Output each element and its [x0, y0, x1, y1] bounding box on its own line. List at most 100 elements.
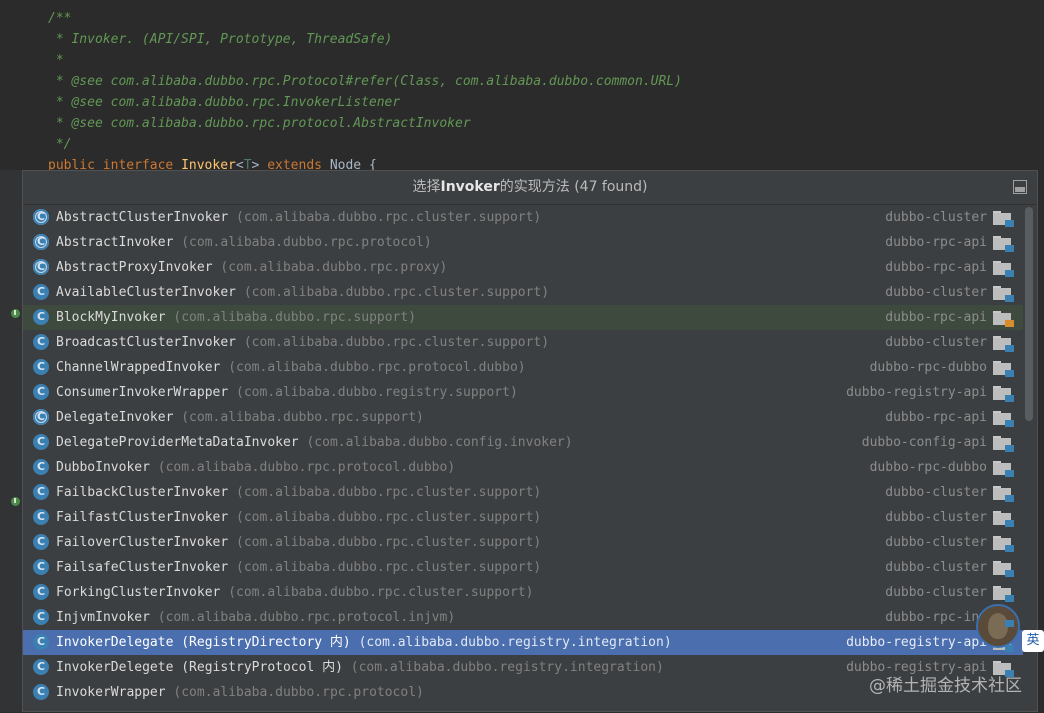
- module-name: dubbo-rpc-api: [885, 410, 987, 425]
- package-name: (com.alibaba.dubbo.rpc.cluster.support): [243, 285, 550, 300]
- popup-title-highlight: Invoker: [440, 179, 500, 195]
- package-name: (com.alibaba.dubbo.rpc.cluster.support): [236, 485, 542, 500]
- package-name: (com.alibaba.dubbo.rpc.cluster.support): [243, 335, 550, 350]
- class-name-text: AbstractClusterInvoker: [56, 210, 229, 225]
- module-folder-icon: [993, 561, 1014, 577]
- package-name: (com.alibaba.dubbo.rpc.cluster.support): [228, 585, 534, 600]
- class-icon: C: [33, 584, 49, 600]
- list-item[interactable]: C InvokerDelegate (RegistryDirectory 内) (…: [23, 630, 1023, 655]
- class-name: InvokerDelegate (RegistryDirectory 内) (c…: [56, 630, 672, 655]
- doc-comment-line: * Invoker. (API/SPI, Prototype, ThreadSa…: [48, 32, 393, 47]
- list-item[interactable]: C AbstractInvoker (com.alibaba.dubbo.rpc.…: [23, 230, 1023, 255]
- class-name: AbstractClusterInvoker (com.alibaba.dubb…: [56, 205, 541, 230]
- package-name: (com.alibaba.dubbo.rpc.protocol.injvm): [157, 610, 456, 625]
- module-name: dubbo-cluster: [885, 285, 987, 300]
- package-name: (com.alibaba.dubbo.rpc.proxy): [220, 260, 448, 275]
- list-item[interactable]: C FailsafeClusterInvoker (com.alibaba.dub…: [23, 555, 1023, 580]
- module-folder-icon: [993, 436, 1014, 452]
- ime-indicator[interactable]: 英: [1022, 630, 1044, 652]
- module-folder-icon: [993, 211, 1014, 227]
- list-item[interactable]: C DelegateInvoker (com.alibaba.dubbo.rpc.…: [23, 405, 1023, 430]
- class-name-text: BlockMyInvoker: [56, 310, 166, 325]
- implementation-list[interactable]: C AbstractClusterInvoker (com.alibaba.dub…: [23, 205, 1023, 713]
- package-name: (com.alibaba.dubbo.rpc.cluster.support): [236, 210, 542, 225]
- module-folder-icon: [993, 461, 1014, 477]
- module-folder-icon: [993, 286, 1014, 302]
- list-item[interactable]: C FailfastClusterInvoker (com.alibaba.dub…: [23, 505, 1023, 530]
- class-icon: C: [33, 359, 49, 375]
- module-name: dubbo-registry-api: [846, 635, 987, 650]
- class-name-text: FailoverClusterInvoker: [56, 535, 229, 550]
- list-item[interactable]: C BroadcastClusterInvoker (com.alibaba.du…: [23, 330, 1023, 355]
- package-name: (com.alibaba.dubbo.rpc.cluster.support): [236, 510, 542, 525]
- list-item[interactable]: C DubboInvoker (com.alibaba.dubbo.rpc.pro…: [23, 455, 1023, 480]
- class-name: AvailableClusterInvoker (com.alibaba.dub…: [56, 280, 549, 305]
- list-item[interactable]: C ChannelWrappedInvoker (com.alibaba.dubb…: [23, 355, 1023, 380]
- module-folder-icon: [993, 586, 1014, 602]
- list-item[interactable]: C FailbackClusterInvoker (com.alibaba.dub…: [23, 480, 1023, 505]
- class-icon: C: [33, 334, 49, 350]
- scrollbar[interactable]: [1025, 207, 1033, 421]
- class-name: DubboInvoker (com.alibaba.dubbo.rpc.prot…: [56, 455, 455, 480]
- class-name-text: FailsafeClusterInvoker: [56, 560, 229, 575]
- class-name-text: FailbackClusterInvoker: [56, 485, 229, 500]
- package-name: (com.alibaba.dubbo.rpc.protocol): [181, 235, 432, 250]
- module-name: dubbo-cluster: [885, 335, 987, 350]
- class-icon: C: [33, 284, 49, 300]
- implemented-gutter-icon[interactable]: [11, 497, 20, 506]
- class-name-text: BroadcastClusterInvoker: [56, 335, 237, 350]
- module-folder-icon: [993, 411, 1014, 427]
- class-icon: C: [33, 684, 49, 700]
- module-name: dubbo-cluster: [885, 485, 987, 500]
- class-icon: C: [33, 659, 49, 675]
- class-icon: C: [33, 559, 49, 575]
- package-name: (com.alibaba.dubbo.rpc.protocol.dubbo): [157, 460, 456, 475]
- module-name: dubbo-config-api: [861, 435, 987, 450]
- package-name: (com.alibaba.dubbo.registry.integration): [358, 635, 672, 650]
- class-name: ChannelWrappedInvoker (com.alibaba.dubbo…: [56, 355, 526, 380]
- list-item[interactable]: C AbstractProxyInvoker (com.alibaba.dubbo…: [23, 255, 1023, 280]
- module-name: dubbo-cluster: [885, 535, 987, 550]
- class-name: FailfastClusterInvoker (com.alibaba.dubb…: [56, 505, 541, 530]
- module-folder-icon: [993, 386, 1014, 402]
- list-item[interactable]: C FailoverClusterInvoker (com.alibaba.dub…: [23, 530, 1023, 555]
- class-name-text: ForkingClusterInvoker: [56, 585, 221, 600]
- package-name: (com.alibaba.dubbo.registry.integration): [350, 660, 664, 675]
- module-folder-icon: [993, 261, 1014, 277]
- choose-implementation-popup: 选择Invoker的实现方法 (47 found) C AbstractClust…: [22, 170, 1038, 712]
- list-item[interactable]: C AvailableClusterInvoker (com.alibaba.du…: [23, 280, 1023, 305]
- doc-comment-line: *: [48, 53, 64, 68]
- open-in-find-window-icon[interactable]: [1013, 180, 1027, 194]
- popup-title: 选择Invoker的实现方法 (47 found): [23, 171, 1037, 205]
- module-name: dubbo-rpc-dubbo: [869, 360, 987, 375]
- class-name: BlockMyInvoker (com.alibaba.dubbo.rpc.su…: [56, 305, 416, 330]
- list-item[interactable]: C AbstractClusterInvoker (com.alibaba.dub…: [23, 205, 1023, 230]
- implemented-gutter-icon[interactable]: [11, 309, 20, 318]
- class-icon: C: [33, 409, 49, 425]
- list-item[interactable]: C ForkingClusterInvoker (com.alibaba.dubb…: [23, 580, 1023, 605]
- class-icon: C: [33, 459, 49, 475]
- module-folder-icon: [993, 311, 1014, 327]
- module-name: dubbo-rpc-api: [885, 260, 987, 275]
- code-editor[interactable]: /** * Invoker. (API/SPI, Prototype, Thre…: [0, 0, 1044, 173]
- module-name: dubbo-cluster: [885, 585, 987, 600]
- class-name-text: InvokerDelegete (RegistryProtocol 内): [56, 660, 343, 675]
- class-name-text: ConsumerInvokerWrapper: [56, 385, 229, 400]
- list-item[interactable]: C InjvmInvoker (com.alibaba.dubbo.rpc.pro…: [23, 605, 1023, 630]
- class-name: InjvmInvoker (com.alibaba.dubbo.rpc.prot…: [56, 605, 455, 630]
- module-folder-icon: [993, 511, 1014, 527]
- class-icon: C: [33, 509, 49, 525]
- class-icon: C: [33, 384, 49, 400]
- class-icon: C: [33, 534, 49, 550]
- list-item[interactable]: C BlockMyInvoker (com.alibaba.dubbo.rpc.s…: [23, 305, 1023, 330]
- class-name-text: DubboInvoker: [56, 460, 150, 475]
- list-item[interactable]: C ConsumerInvokerWrapper (com.alibaba.dub…: [23, 380, 1023, 405]
- watermark: @稀土掘金技术社区: [869, 676, 1022, 696]
- list-item[interactable]: C DelegateProviderMetaDataInvoker (com.al…: [23, 430, 1023, 455]
- module-folder-icon: [993, 236, 1014, 252]
- class-name: AbstractInvoker (com.alibaba.dubbo.rpc.p…: [56, 230, 432, 255]
- class-icon: C: [33, 609, 49, 625]
- class-name: InvokerWrapper (com.alibaba.dubbo.rpc.pr…: [56, 680, 424, 705]
- class-icon: C: [33, 484, 49, 500]
- module-folder-icon: [993, 336, 1014, 352]
